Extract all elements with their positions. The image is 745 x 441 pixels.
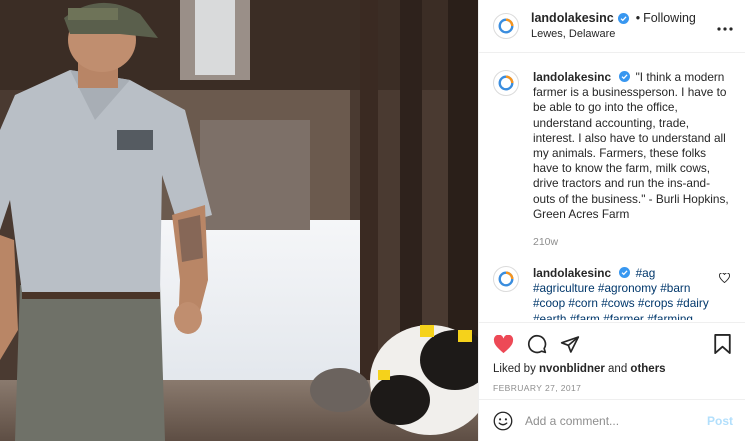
emoji-icon	[493, 411, 513, 430]
caption-text: "I think a modern farmer is a businesspe…	[533, 70, 729, 221]
landolakes-logo-icon	[498, 75, 514, 91]
post-header: landolakesinc • Following Lewes, Delawar…	[479, 0, 745, 53]
verified-badge-icon	[619, 267, 631, 279]
separator-dot: •	[635, 10, 641, 25]
liked-middle: and	[604, 363, 631, 375]
following-button[interactable]: Following	[643, 11, 696, 26]
post-details-panel: landolakesinc • Following Lewes, Delawar…	[478, 0, 745, 441]
post-comment-button[interactable]: Post	[707, 414, 733, 428]
share-icon	[560, 335, 580, 353]
emoji-button[interactable]	[493, 411, 513, 431]
instagram-post-modal: landolakesinc • Following Lewes, Delawar…	[0, 0, 745, 441]
comment-button[interactable]	[527, 334, 547, 354]
add-comment-input[interactable]: Add a comment...	[525, 414, 707, 428]
heart-outline-icon	[719, 272, 730, 284]
liked-others-link[interactable]: others	[630, 363, 665, 375]
liked-user-link[interactable]: nvonblidner	[539, 363, 605, 375]
comment-icon	[527, 334, 547, 354]
ellipsis-icon	[717, 27, 733, 31]
landolakes-logo-icon	[498, 18, 514, 34]
caption-avatar[interactable]	[493, 70, 519, 96]
profile-avatar[interactable]	[493, 13, 519, 39]
caption-age[interactable]: 210w	[533, 236, 731, 248]
heart-filled-icon	[493, 334, 514, 353]
bookmark-icon	[714, 334, 731, 354]
verified-badge-icon	[617, 12, 629, 24]
save-button[interactable]	[714, 334, 731, 354]
liked-prefix: Liked by	[493, 363, 540, 375]
likes-summary: Liked by nvonblidner and others	[493, 363, 731, 375]
verified-badge-icon	[619, 71, 631, 82]
header-username[interactable]: landolakesinc	[531, 11, 614, 26]
comment-avatar[interactable]	[493, 266, 519, 293]
comment-like-icon[interactable]	[719, 266, 731, 320]
caption-comment: landolakesinc "I think a modern farmer i…	[493, 70, 731, 222]
landolakes-logo-icon	[498, 271, 514, 287]
share-button[interactable]	[560, 335, 580, 354]
post-actions: Liked by nvonblidner and others FEBRUARY…	[479, 322, 745, 393]
like-button[interactable]	[493, 334, 514, 354]
more-options-icon[interactable]	[713, 18, 733, 34]
hashtag-comment: landolakesinc #ag #agriculture #agronomy…	[493, 266, 731, 320]
post-photo[interactable]	[0, 0, 478, 441]
barn-scene-illustration	[0, 0, 478, 441]
post-date[interactable]: FEBRUARY 27, 2017	[493, 383, 731, 393]
add-comment-bar: Add a comment... Post	[479, 399, 745, 441]
comments-section[interactable]: landolakesinc "I think a modern farmer i…	[479, 54, 745, 320]
comment-username[interactable]: landolakesinc	[533, 266, 611, 280]
caption-username[interactable]: landolakesinc	[533, 70, 611, 84]
post-location[interactable]: Lewes, Delaware	[531, 27, 713, 42]
